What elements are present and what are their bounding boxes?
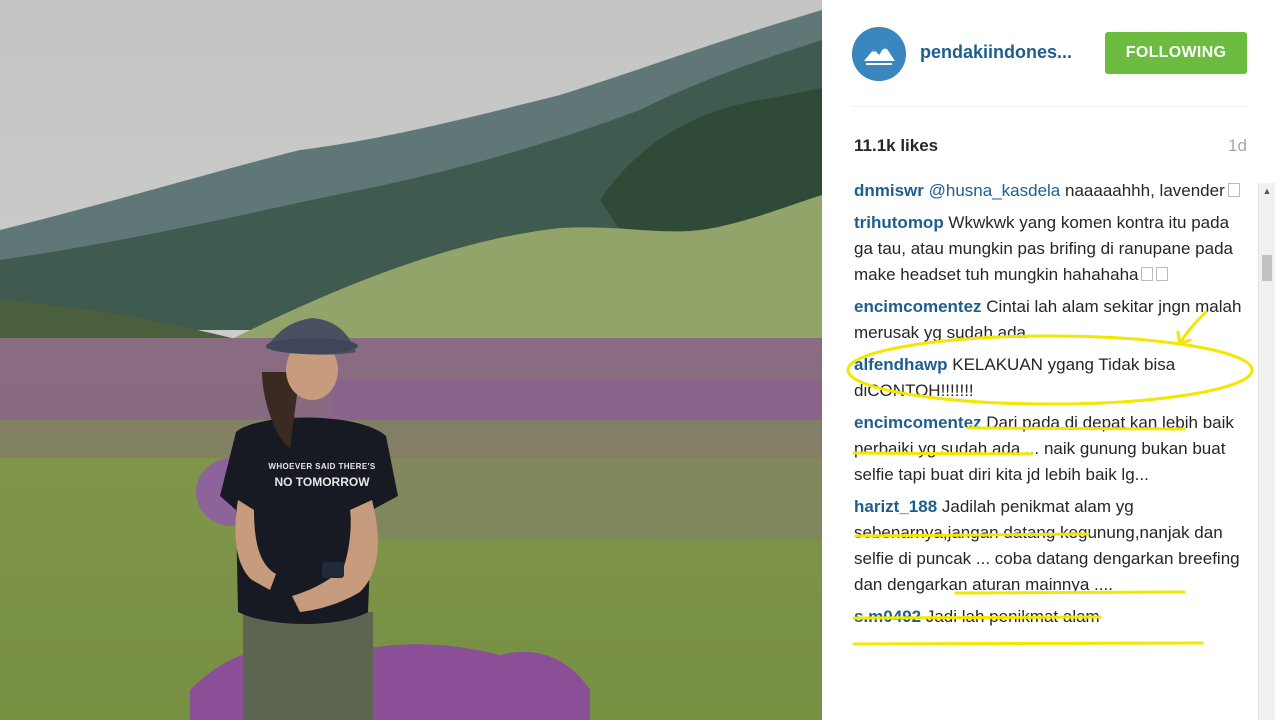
- emoji-placeholder-icon: [1227, 183, 1240, 197]
- comment-item: encimcomentez Dari pada di depat kan leb…: [854, 410, 1244, 488]
- comment-item: trihutomop Wkwkwk yang komen kontra itu …: [854, 210, 1244, 288]
- scroll-up-arrow-icon[interactable]: ▲: [1259, 183, 1275, 199]
- post-age[interactable]: 1d: [1228, 136, 1247, 156]
- mountain-logo-icon: [852, 27, 906, 81]
- comment-username[interactable]: alfendhawp: [854, 355, 948, 374]
- post-username[interactable]: pendakiindones...: [920, 42, 1072, 63]
- emoji-placeholder-icon: [1141, 267, 1154, 281]
- comment-item: encimcomentez Cintai lah alam sekitar jn…: [854, 294, 1244, 346]
- following-button[interactable]: FOLLOWING: [1105, 32, 1247, 74]
- shirt-text-line1: WHOEVER SAID THERE'S: [268, 462, 376, 471]
- comment-text: naaaaahhh, lavender: [1060, 181, 1225, 200]
- comment-username[interactable]: s.m0492: [854, 607, 921, 626]
- scrollbar-thumb[interactable]: [1262, 255, 1272, 281]
- comment-item: harizt_188 Jadilah penikmat alam yg sebe…: [854, 494, 1244, 598]
- comment-mention[interactable]: @husna_kasdela: [929, 181, 1061, 200]
- post-sidebar: pendakiindones... FOLLOWING 11.1k likes …: [822, 0, 1280, 720]
- comment-item: dnmiswr @husna_kasdela naaaaahhh, lavend…: [854, 178, 1244, 204]
- comment-username[interactable]: trihutomop: [854, 213, 944, 232]
- post-photo[interactable]: WHOEVER SAID THERE'S NO TOMORROW: [0, 0, 822, 720]
- comment-username[interactable]: dnmiswr: [854, 181, 924, 200]
- comment-username[interactable]: harizt_188: [854, 497, 937, 516]
- comment-item: s.m0492 Jadi lah penikmat alam: [854, 604, 1244, 630]
- comment-username[interactable]: encimcomentez: [854, 413, 982, 432]
- emoji-placeholder-icon: [1156, 267, 1169, 281]
- comment-item: alfendhawp KELAKUAN ygang Tidak bisa diC…: [854, 352, 1244, 404]
- comment-username[interactable]: encimcomentez: [854, 297, 982, 316]
- profile-avatar[interactable]: [852, 27, 906, 81]
- header-divider: [852, 106, 1248, 107]
- comment-text: Jadi lah penikmat alam: [921, 607, 1100, 626]
- comments-scrollbar[interactable]: ▲: [1258, 183, 1275, 720]
- post-header: pendakiindones... FOLLOWING: [822, 0, 1280, 106]
- likes-count[interactable]: 11.1k likes: [854, 136, 938, 156]
- comment-list: dnmiswr @husna_kasdela naaaaahhh, lavend…: [854, 178, 1244, 720]
- shirt-text-line2: NO TOMORROW: [274, 475, 370, 489]
